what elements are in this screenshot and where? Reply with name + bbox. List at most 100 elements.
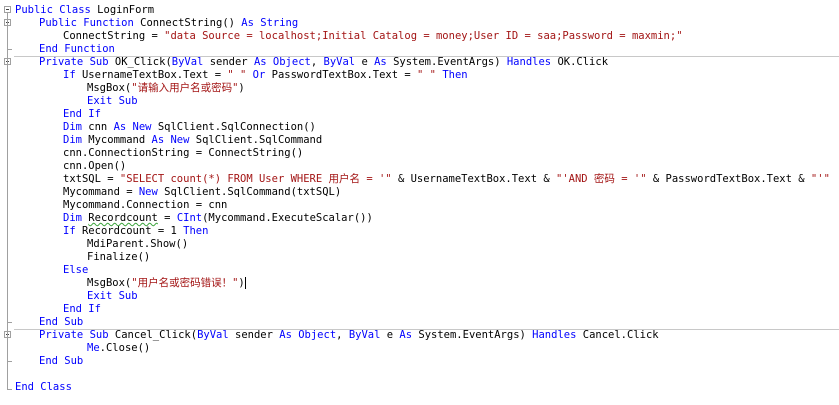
keyword-token: Private Sub [39,56,109,68]
keyword-token: If [63,69,76,81]
code-token: ) [238,82,245,94]
code-line[interactable]: Else [63,264,88,277]
keyword-token: ByVal [323,56,356,68]
code-line[interactable]: Me.Close() [87,342,150,355]
keyword-token: Public Function [39,17,134,29]
keyword-token: End Sub [39,316,84,328]
keyword-token: Exit Sub [87,290,138,302]
code-line[interactable]: Public Function ConnectString() As Strin… [39,17,298,30]
code-token: cnn [81,121,114,133]
keyword-token: Handles [506,56,552,68]
keyword-token: As Object [253,56,311,68]
code-line[interactable]: Mycommand.Connection = cnn [63,199,227,212]
outline-guide [7,13,8,390]
string-token: "用户名或密码错误！" [131,277,239,289]
string-token: " " [417,69,436,81]
keyword-token: As [399,329,413,341]
code-line[interactable]: Exit Sub [87,290,138,303]
code-token: PasswordTextBox.Text = [265,69,418,81]
keyword-token: Private Sub [39,329,109,341]
code-line[interactable]: cnn.Open() [63,160,126,173]
code-line[interactable]: cnn.ConnectionString = ConnectString() [63,147,303,160]
code-token: txtSQL = [63,173,120,185]
code-token: (Mycommand.ExecuteScalar()) [202,212,373,224]
code-token: sender [203,56,254,68]
code-line[interactable]: End Class [15,381,72,394]
string-token: " " [227,69,247,81]
string-token: "'AND 密码 = '" [556,173,647,185]
code-token: Mycommand [81,134,152,146]
string-token: "data Source = localhost;Initial Catalog… [164,30,683,42]
text-caret [244,277,246,289]
code-line[interactable]: End Sub [39,316,83,329]
code-line[interactable]: End If [63,108,101,121]
code-token: ConnectString() [133,17,242,29]
code-token: Cancel.Click [576,329,659,341]
keyword-token: ByVal [348,329,381,341]
keyword-token: Dim [63,212,82,224]
outline-gutter [0,0,14,405]
keyword-token: As New [113,121,152,133]
code-token: MsgBox( [87,277,132,289]
code-token: System.EventArgs) [412,329,533,341]
code-token: OK.Click [551,56,609,68]
keyword-token: As Object [279,329,337,341]
code-line[interactable]: MdiParent.Show() [87,238,188,251]
code-token: MsgBox( [87,82,132,94]
keyword-token: End If [63,303,101,315]
code-token: SqlClient.SqlCommand(txtSQL) [157,186,342,198]
code-line[interactable]: End Function [39,43,115,56]
code-line[interactable]: If Recordcount = 1 Then [63,225,208,238]
code-token: Recordcount = 1 [75,225,184,237]
keyword-token: Handles [532,329,577,341]
code-line[interactable]: Private Sub Cancel_Click(ByVal sender As… [39,329,659,342]
keyword-token: If [63,225,76,237]
keyword-token: As [374,56,387,68]
code-line[interactable]: Dim Mycommand As New SqlClient.SqlComman… [63,134,322,147]
string-token: "请输入用户名或密码" [131,82,239,94]
collapse-class-icon[interactable] [4,6,11,13]
keyword-token: ByVal [197,329,229,341]
code-token: cnn.ConnectionString = ConnectString() [63,147,304,159]
code-token: Mycommand.Connection = cnn [63,199,228,211]
keyword-token: End Class [15,381,72,393]
code-line[interactable]: MsgBox("请输入用户名或密码") [87,82,245,95]
keyword-token: End Sub [39,355,84,367]
keyword-token: Dim [63,134,82,146]
code-line[interactable]: MsgBox("用户名或密码错误！") [87,277,246,290]
outline-end-tick [7,49,12,50]
code-line[interactable]: End If [63,303,101,316]
code-token: & UsernameTextBox.Text & [391,173,556,185]
code-token: SqlClient.SqlConnection() [151,121,316,133]
code-line[interactable]: If UsernameTextBox.Text = " " Or Passwor… [63,69,468,82]
code-token: Finalize() [87,251,151,263]
code-editor[interactable]: Public Class LoginForm Public Function Co… [0,0,839,405]
keyword-token: End Function [39,43,115,55]
code-line[interactable]: Public Class LoginForm [15,4,154,17]
code-line[interactable]: Exit Sub [87,95,138,108]
code-token: e [355,56,375,68]
code-token: LoginForm [90,4,155,16]
code-line[interactable]: Dim cnn As New SqlClient.SqlConnection() [63,121,316,134]
code-line[interactable]: ConnectString = "data Source = localhost… [63,30,683,43]
string-token: "SELECT count(*) FROM User WHERE 用户名 = '… [119,173,392,185]
code-line[interactable]: Mycommand = New SqlClient.SqlCommand(txt… [63,186,341,199]
code-line[interactable]: Dim Recordcount = CInt(Mycommand.Execute… [63,212,373,225]
outline-end-tick [7,389,12,390]
keyword-token: Exit Sub [87,95,138,107]
code-token: Recordcount [88,212,158,224]
code-line[interactable]: Finalize() [87,251,150,264]
code-line[interactable]: Private Sub OK_Click(ByVal sender As Obj… [39,56,608,69]
code-token: = [157,212,177,224]
code-token: SqlClient.SqlCommand [189,134,323,146]
keyword-token: Else [63,264,89,276]
code-token: e [380,329,400,341]
code-line[interactable]: txtSQL = "SELECT count(*) FROM User WHER… [63,173,830,186]
code-token: sender [228,329,280,341]
keyword-token: ByVal [171,56,204,68]
code-token: , [336,329,349,341]
code-line[interactable]: End Sub [39,355,83,368]
code-token: MdiParent.Show() [87,238,189,250]
code-token: cnn.Open() [63,160,127,172]
keyword-token: Then [183,225,209,237]
